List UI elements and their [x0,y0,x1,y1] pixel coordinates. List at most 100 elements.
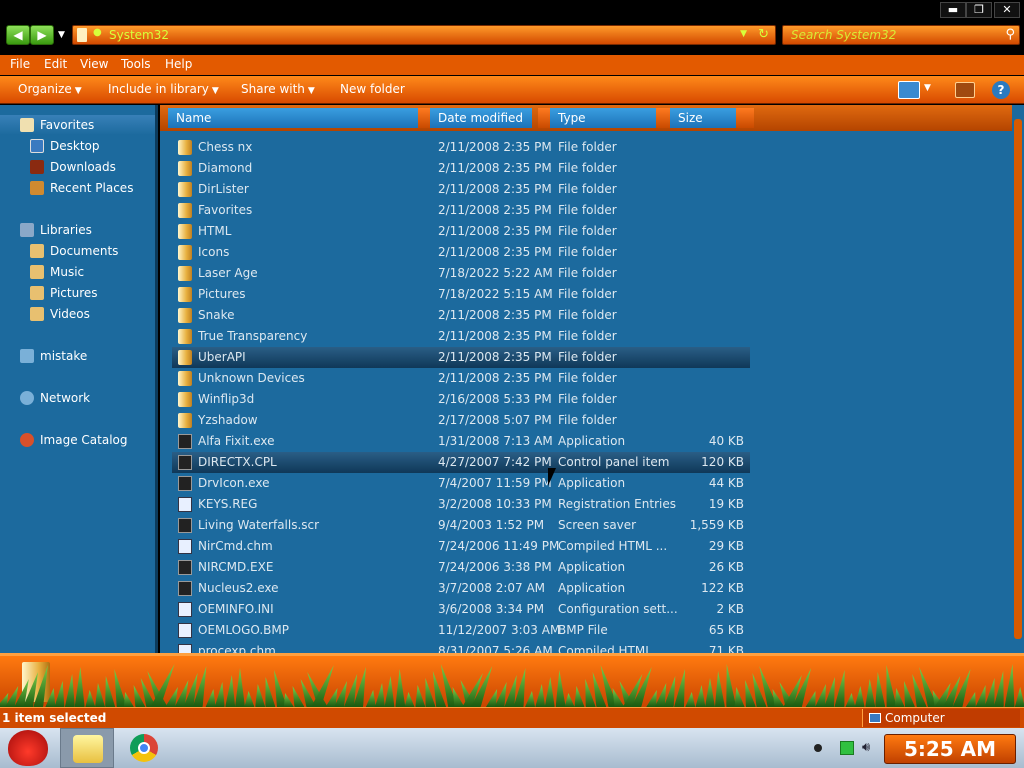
start-button[interactable] [2,728,56,768]
folder-icon [178,203,192,218]
recent-pages-dropdown-icon[interactable]: ▼ [58,30,65,40]
file-row[interactable]: Winflip3d 2/16/2008 5:33 PM File folder [172,389,750,410]
breadcrumb-separator-icon: ● [93,27,102,38]
share-with-button[interactable]: Share with ▼ [241,82,315,96]
file-row[interactable]: DrvIcon.exe 7/4/2007 11:59 PM Application 4… [172,473,750,494]
file-row[interactable]: Chess nx 2/11/2008 2:35 PM File folder [172,137,750,158]
file-row[interactable]: Pictures 7/18/2022 5:15 AM File folder [172,284,750,305]
application-icon [178,518,192,533]
folder-icon [77,28,87,42]
file-row[interactable]: Favorites 2/11/2008 2:35 PM File folder [172,200,750,221]
nav-documents[interactable]: Documents [30,241,118,261]
nav-user[interactable]: mistake [20,346,87,366]
file-row[interactable]: Living Waterfalls.scr 9/4/2003 1:52 PM Scr… [172,515,750,536]
file-row[interactable]: Snake 2/11/2008 2:35 PM File folder [172,305,750,326]
menu-tools[interactable]: Tools [121,57,151,71]
nav-desktop[interactable]: Desktop [30,136,100,156]
file-type: File folder [558,140,617,154]
file-size: 1,559 KB [689,518,744,532]
application-icon [178,560,192,575]
file-row[interactable]: Laser Age 7/18/2022 5:22 AM File folder [172,263,750,284]
clock[interactable]: 5:25 AM [884,734,1016,764]
nav-libraries[interactable]: Libraries [20,220,92,240]
file-row[interactable]: Alfa Fixit.exe 1/31/2008 7:13 AM Applicati… [172,431,750,452]
column-type[interactable]: Type [550,108,656,128]
file-row[interactable]: Unknown Devices 2/11/2008 2:35 PM File fol… [172,368,750,389]
file-row[interactable]: procexp.chm 8/31/2007 5:26 AM Compiled HTM… [172,641,750,653]
nav-music[interactable]: Music [30,262,84,282]
help-icon[interactable]: ? [992,81,1010,99]
new-folder-button[interactable]: New folder [340,82,405,96]
menu-help[interactable]: Help [165,57,192,71]
address-bar[interactable]: ● System32 ▼ ↻ [72,25,776,45]
maximize-button[interactable]: ❐ [966,2,992,18]
file-date: 11/12/2007 3:03 AM [438,623,561,637]
file-row[interactable]: DIRECTX.CPL 4/27/2007 7:42 PM Control pane… [172,452,750,473]
volume-icon[interactable]: 🔊︎ [862,741,876,755]
taskbar-explorer-button[interactable] [60,728,114,768]
file-row[interactable]: OEMINFO.INI 3/6/2008 3:34 PM Configuration… [172,599,750,620]
view-dropdown-icon[interactable]: ▼ [924,83,931,93]
refresh-icon[interactable]: ↻ [758,27,769,42]
nav-pictures[interactable]: Pictures [30,283,98,303]
tray-dot-icon[interactable] [814,744,822,752]
menu-file[interactable]: File [10,57,30,71]
file-type: Application [558,560,626,574]
back-button[interactable]: ◀ [6,25,30,45]
angry-bird-start-icon [8,730,48,766]
file-size: 120 KB [701,455,744,469]
nav-videos[interactable]: Videos [30,304,90,324]
chrome-icon-center [138,742,150,754]
nav-image-catalog[interactable]: Image Catalog [20,430,127,450]
address-dropdown-icon[interactable]: ▼ [740,29,747,39]
file-row[interactable]: NIRCMD.EXE 7/24/2006 3:38 PM Application 26… [172,557,750,578]
file-row[interactable]: DirLister 2/11/2008 2:35 PM File folder [172,179,750,200]
network-tray-icon[interactable] [840,741,854,755]
file-row[interactable]: NirCmd.chm 7/24/2006 11:49 PM Compiled HTM… [172,536,750,557]
menu-edit[interactable]: Edit [44,57,67,71]
scrollbar-thumb[interactable] [1014,119,1022,639]
column-divider[interactable] [736,108,754,128]
file-row[interactable]: KEYS.REG 3/2/2008 10:33 PM Registration En… [172,494,750,515]
forward-button[interactable]: ▶ [30,25,54,45]
status-location-label: Computer [885,711,945,725]
search-input[interactable]: Search System32 [791,28,896,42]
nav-favorites[interactable]: Favorites [0,115,155,135]
nav-label: Network [40,391,91,405]
organize-button[interactable]: Organize ▼ [18,82,82,96]
nav-recent-places[interactable]: Recent Places [30,178,133,198]
chevron-down-icon: ▼ [211,86,219,96]
search-icon[interactable]: ⚲ [1005,27,1015,42]
minimize-button[interactable]: ▬ [940,2,966,18]
file-name: Icons [198,245,230,259]
file-row[interactable]: OEMLOGO.BMP 11/12/2007 3:03 AM BMP File 65 … [172,620,750,641]
file-size: 65 KB [708,623,744,637]
file-name: DirLister [198,182,249,196]
menu-view[interactable]: View [80,57,108,71]
view-options-icon[interactable] [898,81,920,99]
file-type: File folder [558,413,617,427]
file-type: File folder [558,308,617,322]
file-row[interactable]: UberAPI 2/11/2008 2:35 PM File folder [172,347,750,368]
file-name: HTML [198,224,232,238]
preview-pane-icon[interactable] [955,82,975,98]
nav-downloads[interactable]: Downloads [30,157,116,177]
nav-label: Documents [50,244,119,258]
nav-network[interactable]: Network [20,388,90,408]
column-date-modified[interactable]: Date modified [430,108,532,128]
nav-label: Libraries [40,223,92,237]
close-button[interactable]: ✕ [994,2,1020,18]
file-type: File folder [558,161,617,175]
file-row[interactable]: Yzshadow 2/17/2008 5:07 PM File folder [172,410,750,431]
file-row[interactable]: HTML 2/11/2008 2:35 PM File folder [172,221,750,242]
column-name[interactable]: Name [168,108,418,128]
file-row[interactable]: Icons 2/11/2008 2:35 PM File folder [172,242,750,263]
file-row[interactable]: Diamond 2/11/2008 2:35 PM File folder [172,158,750,179]
file-row[interactable]: True Transparency 2/11/2008 2:35 PM File f… [172,326,750,347]
vertical-scrollbar[interactable] [1012,105,1024,653]
column-size[interactable]: Size [670,108,736,128]
file-row[interactable]: Nucleus2.exe 3/7/2008 2:07 AM Application 1… [172,578,750,599]
search-box[interactable]: Search System32 ⚲ [782,25,1020,45]
include-in-library-button[interactable]: Include in library ▼ [108,82,219,96]
taskbar-chrome-button[interactable] [118,728,172,768]
